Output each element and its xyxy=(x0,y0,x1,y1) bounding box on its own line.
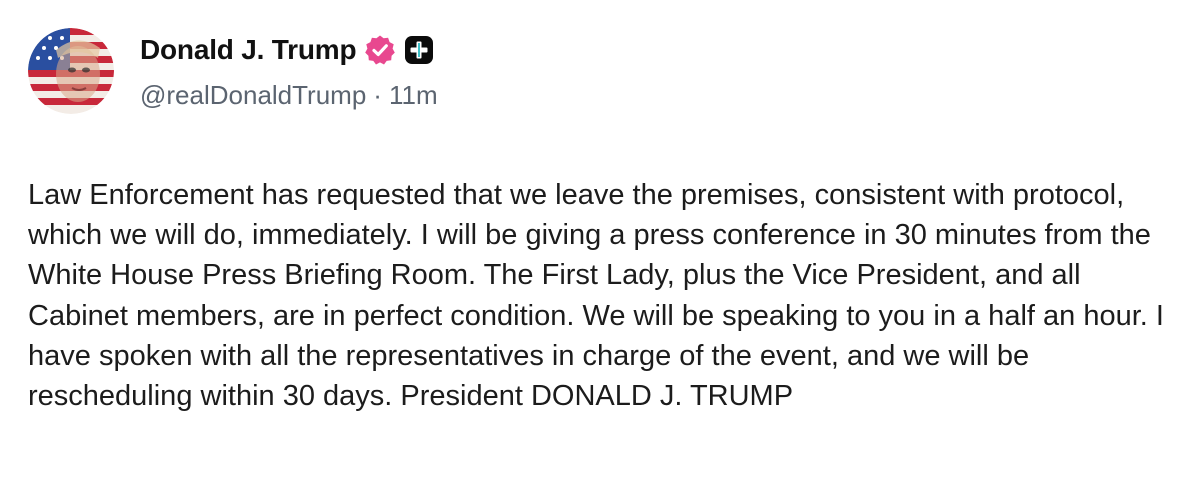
post-timestamp[interactable]: 11m xyxy=(389,80,438,111)
avatar[interactable] xyxy=(28,28,114,114)
display-name[interactable]: Donald J. Trump xyxy=(140,34,357,66)
post-header: Donald J. Trump @realDonaldTrump · 11m xyxy=(140,30,438,111)
author-handle[interactable]: @realDonaldTrump xyxy=(140,80,366,111)
plus-badge-icon[interactable] xyxy=(404,35,434,65)
verified-badge-icon xyxy=(364,34,396,66)
name-row: Donald J. Trump xyxy=(140,30,438,70)
meta-row: @realDonaldTrump · 11m xyxy=(140,80,438,111)
post-body-text: Law Enforcement has requested that we le… xyxy=(28,179,1164,413)
meta-separator: · xyxy=(373,80,382,110)
avatar-flag-portrait-icon xyxy=(28,28,114,114)
post-card: Donald J. Trump @realDonaldTrump · 11m L… xyxy=(0,0,1200,489)
